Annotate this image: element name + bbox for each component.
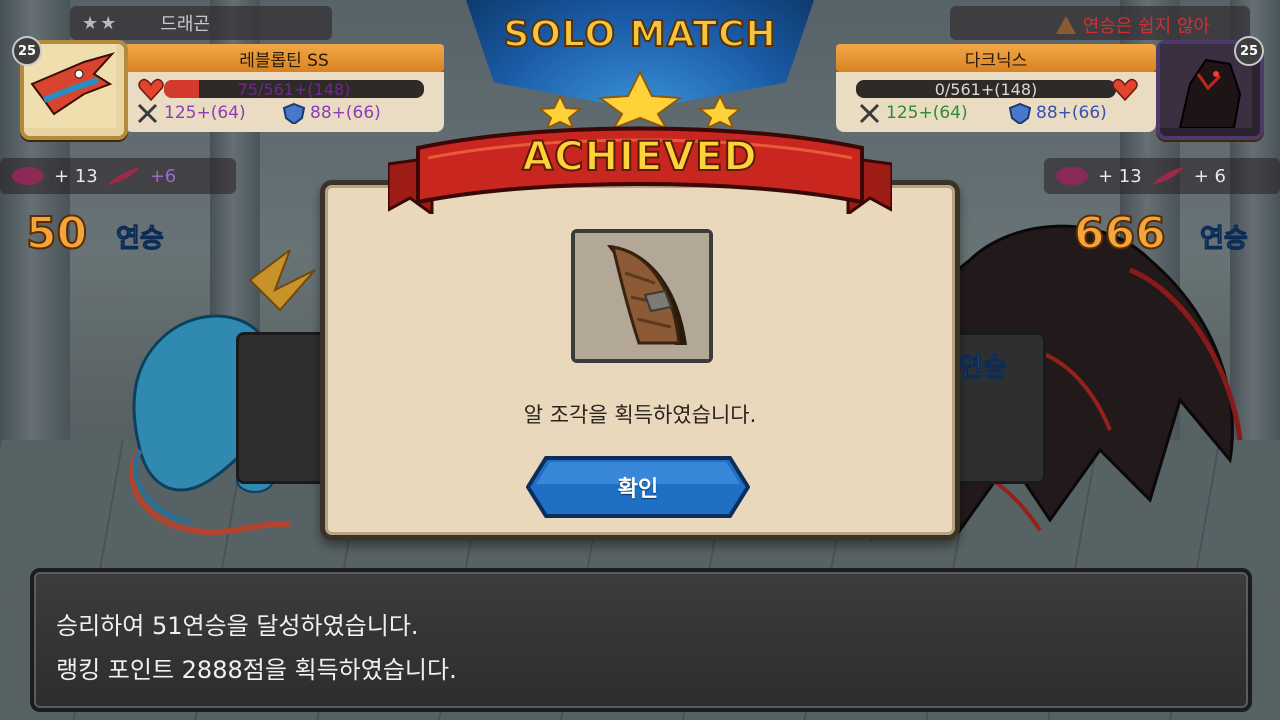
result-message-box: 승리하여 51연승을 달성하였습니다. 랭킹 포인트 2888점을 획득하였습니… — [30, 568, 1252, 712]
player-right-level: 25 — [1234, 36, 1264, 66]
player-left-name: 레블롭틴 SS — [239, 50, 329, 71]
player-right-namebar: 다크닉스 — [836, 44, 1156, 72]
egg-fragment-icon — [12, 167, 44, 185]
player-right-name: 다크닉스 — [964, 50, 1028, 71]
heart-icon — [138, 78, 164, 102]
player-left-defense: 88+(66) — [282, 102, 381, 124]
result-line-1: 승리하여 51연승을 달성하였습니다. — [56, 612, 419, 640]
rank-stars: ★★ — [82, 12, 119, 34]
player-left-attack: 125+(64) — [136, 102, 246, 124]
rank-title-text: 드래곤 — [160, 14, 210, 35]
player-right-hp-text: 0/561+(148) — [934, 79, 1038, 99]
resource-b-count: +6 — [149, 165, 177, 187]
heart-icon — [1112, 78, 1138, 102]
shield-icon — [1008, 102, 1032, 124]
player-right-defense: 88+(66) — [1008, 102, 1107, 124]
resource-b-count: + 6 — [1193, 165, 1226, 187]
player-left-streak-count: 50 — [25, 207, 88, 260]
player-right-resources: + 13 + 6 — [1044, 158, 1280, 194]
player-left-resources: + 13 +6 — [0, 158, 236, 194]
reward-item-slot — [571, 229, 713, 363]
defense-value: 88+(66) — [1036, 103, 1107, 123]
plate-streak-label: 연승 — [959, 353, 1008, 384]
feather-icon — [107, 167, 140, 185]
defense-value: 88+(66) — [310, 103, 381, 123]
egg-fragment-icon — [1056, 167, 1088, 185]
player-left-hp-text: 75/561+(148) — [237, 79, 351, 99]
player-left-level: 25 — [12, 36, 42, 66]
player-left-streak-label: 연승 — [116, 224, 165, 255]
warning-triangle-icon — [1055, 16, 1076, 34]
hp-fill — [164, 80, 199, 98]
streak-warning: 연승은 쉽지 않아 — [1055, 8, 1210, 42]
rank-title-left: ★★ 드래곤 — [70, 6, 332, 40]
crossed-swords-icon — [137, 103, 158, 124]
warning-text: 연승은 쉽지 않아 — [1082, 16, 1210, 37]
achieved-banner-text: ACHIEVED — [521, 133, 758, 181]
player-right-hp-bar: 0/561+(148) — [856, 79, 1116, 99]
attack-value: 125+(64) — [886, 103, 968, 123]
attack-value: 125+(64) — [164, 103, 246, 123]
result-line-2: 랭킹 포인트 2888점을 획득하였습니다. — [56, 656, 457, 684]
shield-icon — [282, 102, 306, 124]
player-left-namebar: 레블롭틴 SS — [124, 44, 444, 72]
egg-shell-fragment-icon — [575, 233, 709, 359]
confirm-button[interactable]: 확인 — [526, 456, 750, 518]
player-right-streak-count: 666 — [1073, 207, 1167, 260]
feather-icon — [1151, 167, 1184, 185]
resource-a-count: + 13 — [54, 165, 98, 187]
popup-message: 알 조각을 획득하였습니다. — [523, 403, 757, 427]
resource-a-count: + 13 — [1098, 165, 1142, 187]
solo-match-title: SOLO MATCH — [502, 13, 777, 56]
player-right-streak-label: 연승 — [1200, 224, 1249, 255]
player-left-hp-bar: 75/561+(148) — [164, 79, 424, 99]
